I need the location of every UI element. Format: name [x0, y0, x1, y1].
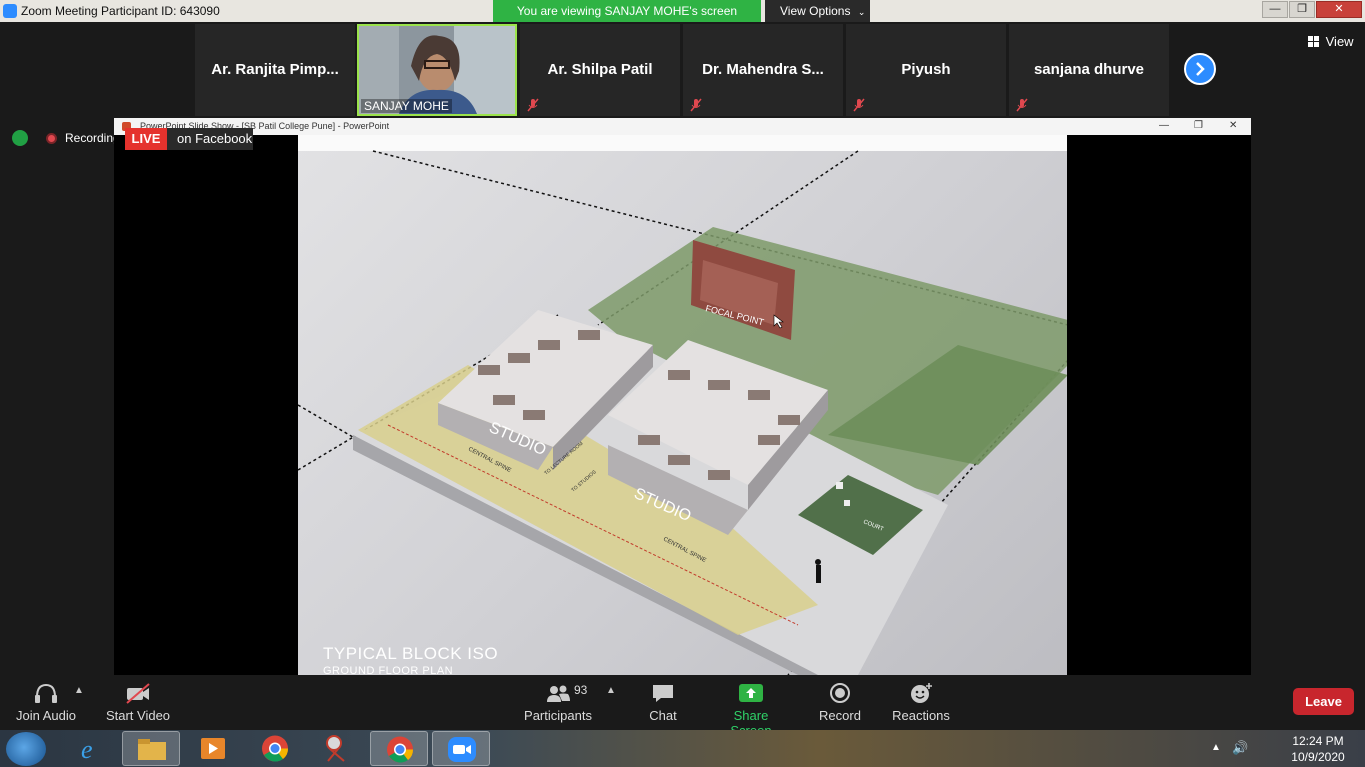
participant-tile[interactable]: Ar. Ranjita Pimp... — [195, 24, 355, 116]
volume-icon[interactable]: 🔊 — [1232, 740, 1248, 756]
taskbar-zoom[interactable] — [432, 731, 490, 766]
taskbar-snipping-tool[interactable] — [308, 731, 366, 766]
record-button[interactable]: Record — [815, 681, 865, 723]
record-label: Record — [819, 708, 861, 723]
meeting-toolbar: Join Audio ▲ Start Video Participants 93… — [0, 675, 1365, 738]
close-window-button[interactable]: ✕ — [1316, 1, 1362, 18]
shared-minimize-icon: — — [1159, 120, 1169, 131]
participant-name: Dr. Mahendra S... — [702, 61, 824, 78]
svg-text:e: e — [81, 735, 93, 764]
system-clock[interactable]: 12:24 PM 10/9/2020 — [1283, 733, 1353, 765]
shared-close-icon: ✕ — [1229, 120, 1238, 131]
start-video-label: Start Video — [105, 708, 171, 723]
taskbar-media-player[interactable] — [184, 731, 242, 766]
windows-start-button[interactable] — [6, 732, 46, 766]
chevron-down-icon: ⌄ — [857, 7, 866, 17]
taskbar-internet-explorer[interactable]: e — [60, 731, 118, 766]
slide-title: TYPICAL BLOCK ISO — [323, 644, 499, 663]
participant-strip: Ar. Ranjita Pimp... SANJAY MOHE Ar. Shil… — [0, 22, 1365, 118]
show-hidden-icons-arrow-icon[interactable]: ▲ — [1211, 742, 1221, 753]
chevron-right-icon — [1196, 62, 1205, 76]
reactions-label: Reactions — [892, 708, 950, 723]
start-video-button[interactable]: Start Video — [104, 681, 172, 723]
view-options-label: View Options — [780, 4, 851, 18]
participant-name: SANJAY MOHE — [361, 99, 452, 113]
muted-mic-icon — [690, 98, 702, 112]
headphones-icon — [35, 683, 57, 703]
zoom-icon — [448, 737, 476, 762]
recording-icon — [46, 133, 57, 144]
taskbar-chrome-2[interactable] — [370, 731, 428, 766]
isometric-floor-plan-drawing: FOCAL POINT STUDIO STUDIO CENTRAL SPINE … — [298, 150, 1067, 675]
window-title: Zoom Meeting Participant ID: 643090 — [21, 4, 220, 18]
participant-tile[interactable]: Dr. Mahendra S... — [683, 24, 843, 116]
audio-options-caret-icon[interactable]: ▲ — [74, 685, 84, 696]
chat-label: Chat — [649, 708, 677, 723]
windows-taskbar: e ▲ 🔊 12:24 PM 10/9/2020 — [0, 730, 1365, 767]
viewing-screen-banner: You are viewing SANJAY MOHE's screen — [493, 0, 761, 22]
chrome-icon — [262, 735, 289, 762]
muted-mic-icon — [527, 98, 539, 112]
slide-subtitle: GROUND FLOOR PLAN — [323, 665, 454, 675]
reactions-icon — [911, 683, 932, 703]
window-titlebar: Zoom Meeting Participant ID: 643090 You … — [0, 0, 1365, 22]
zoom-app-icon — [3, 4, 17, 18]
participants-options-caret-icon[interactable]: ▲ — [606, 685, 616, 696]
folder-icon — [138, 739, 166, 760]
share-screen-icon — [739, 684, 763, 702]
video-off-icon — [126, 683, 150, 704]
recording-label: Recording — [65, 131, 120, 145]
clock-date: 10/9/2020 — [1291, 750, 1345, 764]
chat-button[interactable]: Chat — [641, 681, 685, 723]
grid-icon — [1308, 36, 1319, 47]
participant-video-tile[interactable]: SANJAY MOHE — [357, 24, 517, 116]
participant-name: Ar. Shilpa Patil — [547, 61, 653, 78]
snipping-tool-icon — [326, 735, 345, 762]
participant-name: sanjana dhurve — [1033, 61, 1145, 78]
view-label: View — [1325, 34, 1354, 49]
participant-tile[interactable]: Piyush — [846, 24, 1006, 116]
security-shield-icon[interactable] — [12, 130, 28, 146]
participant-count: 93 — [574, 683, 588, 697]
view-options-button[interactable]: View Options ⌄ — [765, 0, 870, 22]
participants-icon — [547, 685, 570, 702]
taskbar-file-explorer[interactable] — [122, 731, 180, 766]
reactions-button[interactable]: Reactions — [892, 681, 950, 723]
internet-explorer-icon: e — [81, 735, 93, 764]
participant-name: Piyush — [901, 61, 951, 78]
minimize-window-button[interactable]: — — [1262, 1, 1288, 18]
participant-tile[interactable]: sanjana dhurve — [1009, 24, 1169, 116]
restore-window-button[interactable]: ❐ — [1289, 1, 1315, 18]
muted-mic-icon — [1016, 98, 1028, 112]
participant-name: Ar. Ranjita Pimp... — [211, 61, 339, 78]
view-layout-button[interactable]: View — [1308, 34, 1354, 49]
shared-window-titlebar: PowerPoint Slide Show - [SB Patil Colleg… — [114, 118, 1251, 135]
participants-label: Participants — [524, 708, 592, 723]
join-audio-button[interactable]: Join Audio — [12, 681, 80, 723]
shared-restore-icon: ❐ — [1194, 120, 1203, 131]
taskbar-chrome[interactable] — [246, 731, 304, 766]
record-icon — [830, 683, 850, 703]
clock-time: 12:24 PM — [1292, 734, 1344, 748]
chrome-icon — [387, 736, 414, 763]
join-audio-label: Join Audio — [16, 708, 76, 723]
presentation-slide: FOCAL POINT STUDIO STUDIO CENTRAL SPINE … — [298, 135, 1067, 675]
next-participants-button[interactable] — [1184, 53, 1216, 85]
live-destination: on Facebook — [167, 128, 253, 150]
live-badge[interactable]: LIVE — [125, 128, 167, 150]
chat-icon — [653, 685, 673, 702]
media-player-icon — [201, 738, 225, 759]
leave-meeting-button[interactable]: Leave — [1293, 688, 1354, 715]
muted-mic-icon — [853, 98, 865, 112]
participant-tile[interactable]: Ar. Shilpa Patil — [520, 24, 680, 116]
shared-screen: PowerPoint Slide Show - [SB Patil Colleg… — [114, 118, 1251, 675]
